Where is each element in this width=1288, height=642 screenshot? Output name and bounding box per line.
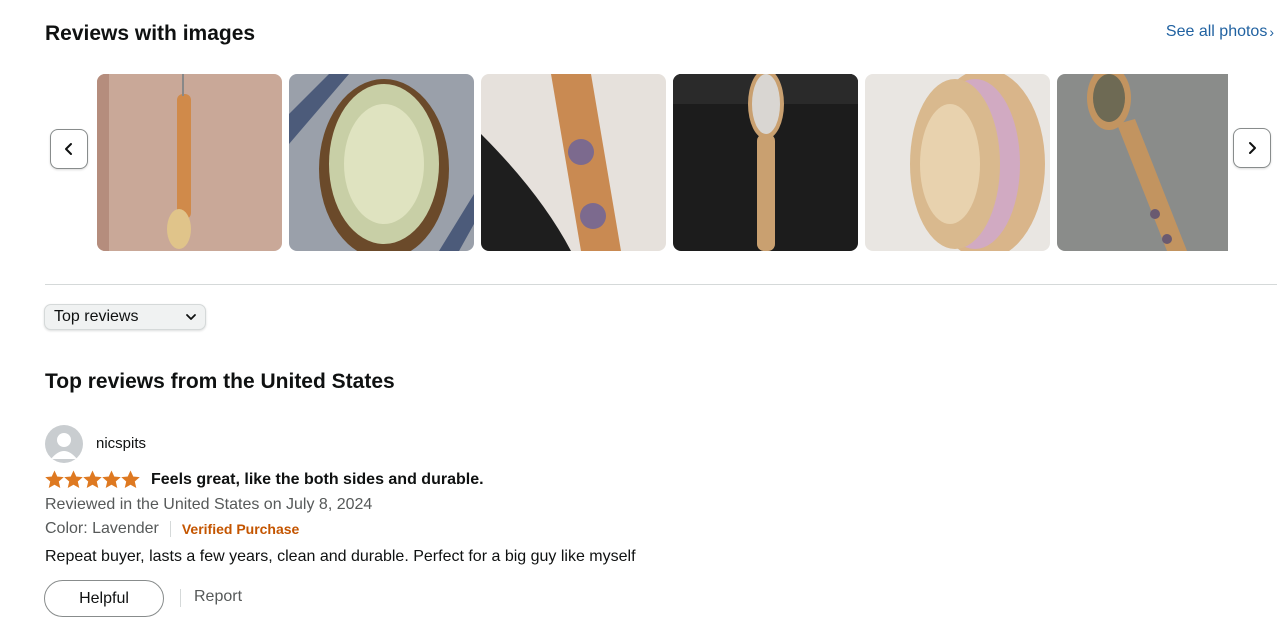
star-icon [102,470,121,489]
review-image-thumbnail[interactable] [289,74,474,251]
section-divider [45,284,1277,285]
sort-reviews-dropdown[interactable]: Top reviews [44,304,206,330]
meta-separator [169,521,171,537]
review-image-thumbnail[interactable] [481,74,666,251]
avatar[interactable] [45,425,83,463]
star-icon [83,470,102,489]
helpful-button[interactable]: Helpful [44,580,164,617]
star-icon [121,470,140,489]
reviews-with-images-title: Reviews with images [45,22,256,45]
user-silhouette-icon [51,433,77,459]
sort-selected-value: Top reviews [54,308,139,325]
review-image-thumbnail[interactable] [97,74,282,251]
action-separator [180,589,181,607]
review-image-thumbnail[interactable] [1057,74,1228,251]
top-reviews-heading: Top reviews from the United States [45,370,395,393]
star-rating[interactable] [45,470,140,489]
review-meta: Color: Lavender Verified Purchase [45,520,299,538]
report-link[interactable]: Report [194,588,242,606]
review-body: Repeat buyer, lasts a few years, clean a… [45,548,636,565]
verified-purchase-badge: Verified Purchase [181,521,300,537]
star-icon [45,470,64,489]
chevron-left-icon [65,143,72,155]
variant-color: Color: Lavender [45,520,159,537]
carousel-next-button[interactable] [1233,128,1271,168]
star-icon [64,470,83,489]
see-all-photos-label: See all photos [1165,23,1268,40]
chevron-down-icon [186,314,196,320]
carousel-prev-button[interactable] [50,129,88,169]
chevron-right-icon [1249,142,1256,154]
review-date: Reviewed in the United States on July 8,… [45,496,373,513]
review-image-carousel [97,74,1228,251]
review-image-thumbnail[interactable] [673,74,858,251]
review-title[interactable]: Feels great, like the both sides and dur… [151,471,484,489]
chevron-right-icon: › [1269,24,1274,40]
reviewer-name[interactable]: nicspits [96,435,146,452]
review-image-thumbnail[interactable] [865,74,1050,251]
see-all-photos-link[interactable]: See all photos › [1166,23,1274,41]
